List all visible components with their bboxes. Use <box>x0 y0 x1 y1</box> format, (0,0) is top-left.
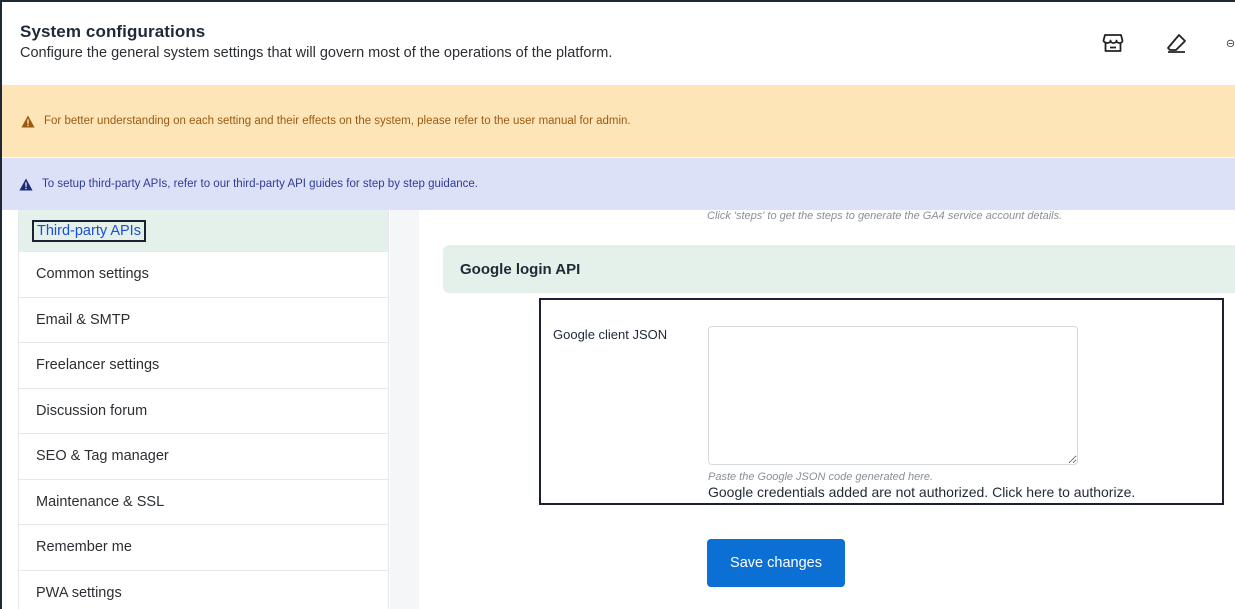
sidebar-item-email-smtp[interactable]: Email & SMTP <box>19 298 388 343</box>
ga4-help-text: Click 'steps' to get the steps to genera… <box>707 210 1063 222</box>
sidebar-item-label: Discussion forum <box>36 402 148 419</box>
sidebar-item-label: SEO & Tag manager <box>36 448 169 465</box>
sidebar-item-maintenance-ssl[interactable]: Maintenance & SSL <box>19 480 388 525</box>
warning-alert-text: For better understanding on each setting… <box>44 115 631 127</box>
warning-alert: For better understanding on each setting… <box>2 85 1235 157</box>
eraser-icon[interactable] <box>1164 30 1190 56</box>
sidebar-item-pwa-settings[interactable]: PWA settings <box>19 571 388 609</box>
sidebar-item-label: Remember me <box>36 539 132 556</box>
save-changes-button[interactable]: Save changes <box>707 539 845 587</box>
page-header: System configurations Configure the gene… <box>20 22 612 61</box>
sidebar-item-label: Third-party APIs <box>32 219 146 242</box>
storefront-icon[interactable] <box>1100 30 1126 56</box>
settings-content: Click 'steps' to get the steps to genera… <box>419 210 1235 609</box>
sidebar-item-label: Maintenance & SSL <box>36 493 165 510</box>
info-triangle-icon <box>19 178 33 191</box>
sidebar-item-remember-me[interactable]: Remember me <box>19 525 388 571</box>
sidebar-item-third-party-apis[interactable]: Third-party APIs <box>19 210 388 252</box>
partial-icon[interactable] <box>1226 30 1235 56</box>
sidebar-item-discussion-forum[interactable]: Discussion forum <box>19 389 388 434</box>
page-subtitle: Configure the general system settings th… <box>20 45 613 61</box>
sidebar-item-label: PWA settings <box>36 584 122 601</box>
column-divider <box>390 210 419 609</box>
settings-sidebar: Third-party APIs Common settings Email &… <box>18 210 389 609</box>
page-title: System configurations <box>20 22 206 41</box>
google-client-json-input[interactable] <box>708 326 1078 465</box>
sidebar-item-seo-tag-manager[interactable]: SEO & Tag manager <box>19 434 388 480</box>
warning-triangle-icon <box>21 115 35 128</box>
sidebar-item-label: Common settings <box>36 266 149 283</box>
section-header-google-login: Google login API <box>443 245 1235 293</box>
google-client-json-group: Google client JSON Paste the Google JSON… <box>539 298 1224 505</box>
info-alert-text[interactable]: To setup third-party APIs, refer to our … <box>42 178 478 190</box>
google-client-json-label: Google client JSON <box>553 327 668 342</box>
info-alert: To setup third-party APIs, refer to our … <box>2 158 1235 210</box>
google-client-json-help: Paste the Google JSON code generated her… <box>708 471 934 483</box>
sidebar-item-common-settings[interactable]: Common settings <box>19 252 388 298</box>
authorize-link[interactable]: Google credentials added are not authori… <box>708 484 1135 500</box>
sidebar-item-label: Freelancer settings <box>36 357 160 374</box>
sidebar-item-freelancer-settings[interactable]: Freelancer settings <box>19 343 388 389</box>
sidebar-item-label: Email & SMTP <box>36 311 131 328</box>
